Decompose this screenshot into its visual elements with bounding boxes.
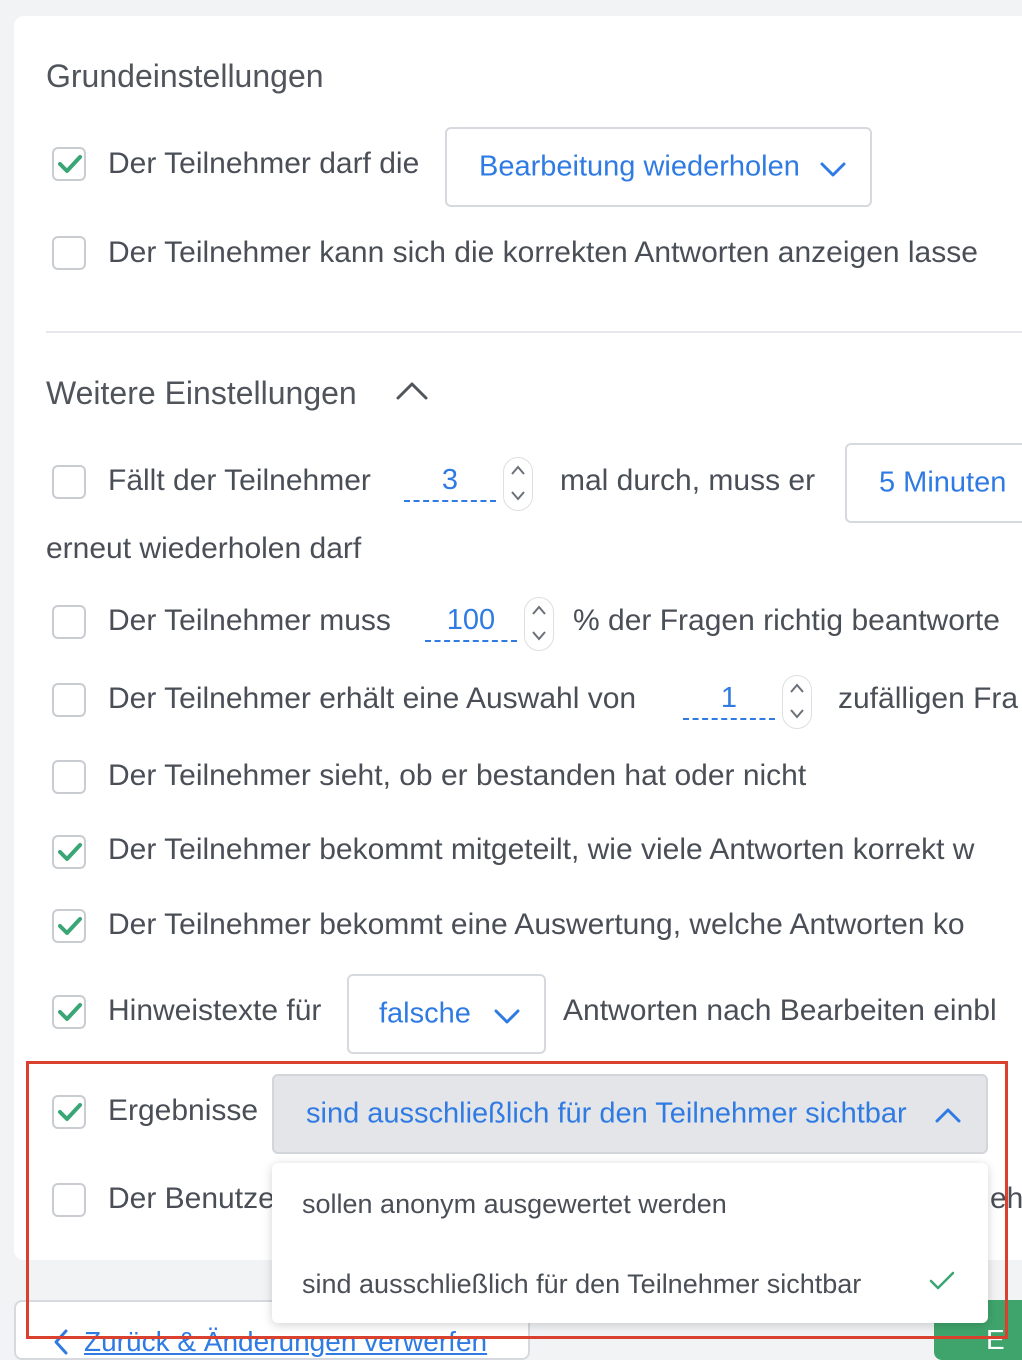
stepper-up-icon[interactable] — [531, 604, 547, 616]
pass-percent-input[interactable]: 100 — [425, 602, 517, 642]
chevron-up-icon[interactable] — [395, 380, 429, 402]
hints-type-select[interactable]: falsche — [347, 974, 546, 1054]
stepper-up-icon[interactable] — [510, 464, 526, 476]
wait-time-value: 5 Minuten — [879, 466, 1007, 499]
random-count-stepper[interactable] — [782, 675, 812, 729]
checkbox-hints[interactable] — [52, 995, 86, 1029]
checkbox-count-correct[interactable] — [52, 835, 86, 869]
wait-time-select[interactable]: 5 Minuten — [845, 443, 1022, 523]
repeat-label: Der Teilnehmer darf die — [108, 147, 420, 180]
checkmark-icon — [58, 155, 82, 173]
repeat-mode-select[interactable]: Bearbeitung wiederholen — [445, 127, 872, 207]
pass-label-before: Der Teilnehmer muss — [108, 604, 391, 637]
fail-label-after: mal durch, muss er — [560, 464, 816, 497]
checkbox-sees-pass[interactable] — [52, 760, 86, 794]
stepper-up-icon[interactable] — [789, 682, 805, 694]
stepper-down-icon[interactable] — [789, 708, 805, 720]
fail-label-before: Fällt der Teilnehmer — [108, 464, 371, 497]
random-label-before: Der Teilnehmer erhält eine Auswahl von — [108, 682, 637, 715]
checkmark-icon — [58, 917, 82, 935]
hints-type-value: falsche — [379, 997, 471, 1030]
hints-label-before: Hinweistexte für — [108, 994, 322, 1027]
stepper-down-icon[interactable] — [510, 490, 526, 502]
repeat-mode-value: Bearbeitung wiederholen — [479, 150, 800, 183]
evaluation-label: Der Teilnehmer bekommt eine Auswertung, … — [108, 908, 965, 941]
section-title-more: Weitere Einstellungen — [46, 375, 357, 411]
random-count-input[interactable]: 1 — [683, 680, 775, 720]
checkbox-show-correct[interactable] — [52, 236, 86, 270]
section-title-basic: Grundeinstellungen — [46, 58, 324, 94]
random-label-after: zufälligen Fra — [838, 682, 1019, 715]
stepper-down-icon[interactable] — [531, 630, 547, 642]
highlight-box — [26, 1061, 1008, 1339]
checkmark-icon — [58, 1003, 82, 1021]
checkbox-repeat[interactable] — [52, 147, 86, 181]
chevron-down-icon — [494, 1009, 520, 1024]
fail-count-stepper[interactable] — [503, 457, 533, 511]
hints-label-after: Antworten nach Bearbeiten einbl — [563, 994, 997, 1027]
chevron-down-icon — [820, 162, 846, 177]
section-divider — [46, 331, 1022, 333]
pass-percent-stepper[interactable] — [524, 597, 554, 651]
fail-count-input[interactable]: 3 — [404, 462, 496, 502]
count-correct-label: Der Teilnehmer bekommt mitgeteilt, wie v… — [108, 833, 975, 866]
checkbox-evaluation[interactable] — [52, 909, 86, 943]
checkbox-fail-limit[interactable] — [52, 465, 86, 499]
checkmark-icon — [58, 843, 82, 861]
checkbox-pass-percent[interactable] — [52, 605, 86, 639]
pass-label-after: % der Fragen richtig beantworte — [573, 604, 1000, 637]
sees-pass-label: Der Teilnehmer sieht, ob er bestanden ha… — [108, 759, 807, 792]
fail-label-continuation: erneut wiederholen darf — [46, 532, 362, 565]
checkbox-random-questions[interactable] — [52, 683, 86, 717]
show-correct-label: Der Teilnehmer kann sich die korrekten A… — [108, 236, 978, 269]
